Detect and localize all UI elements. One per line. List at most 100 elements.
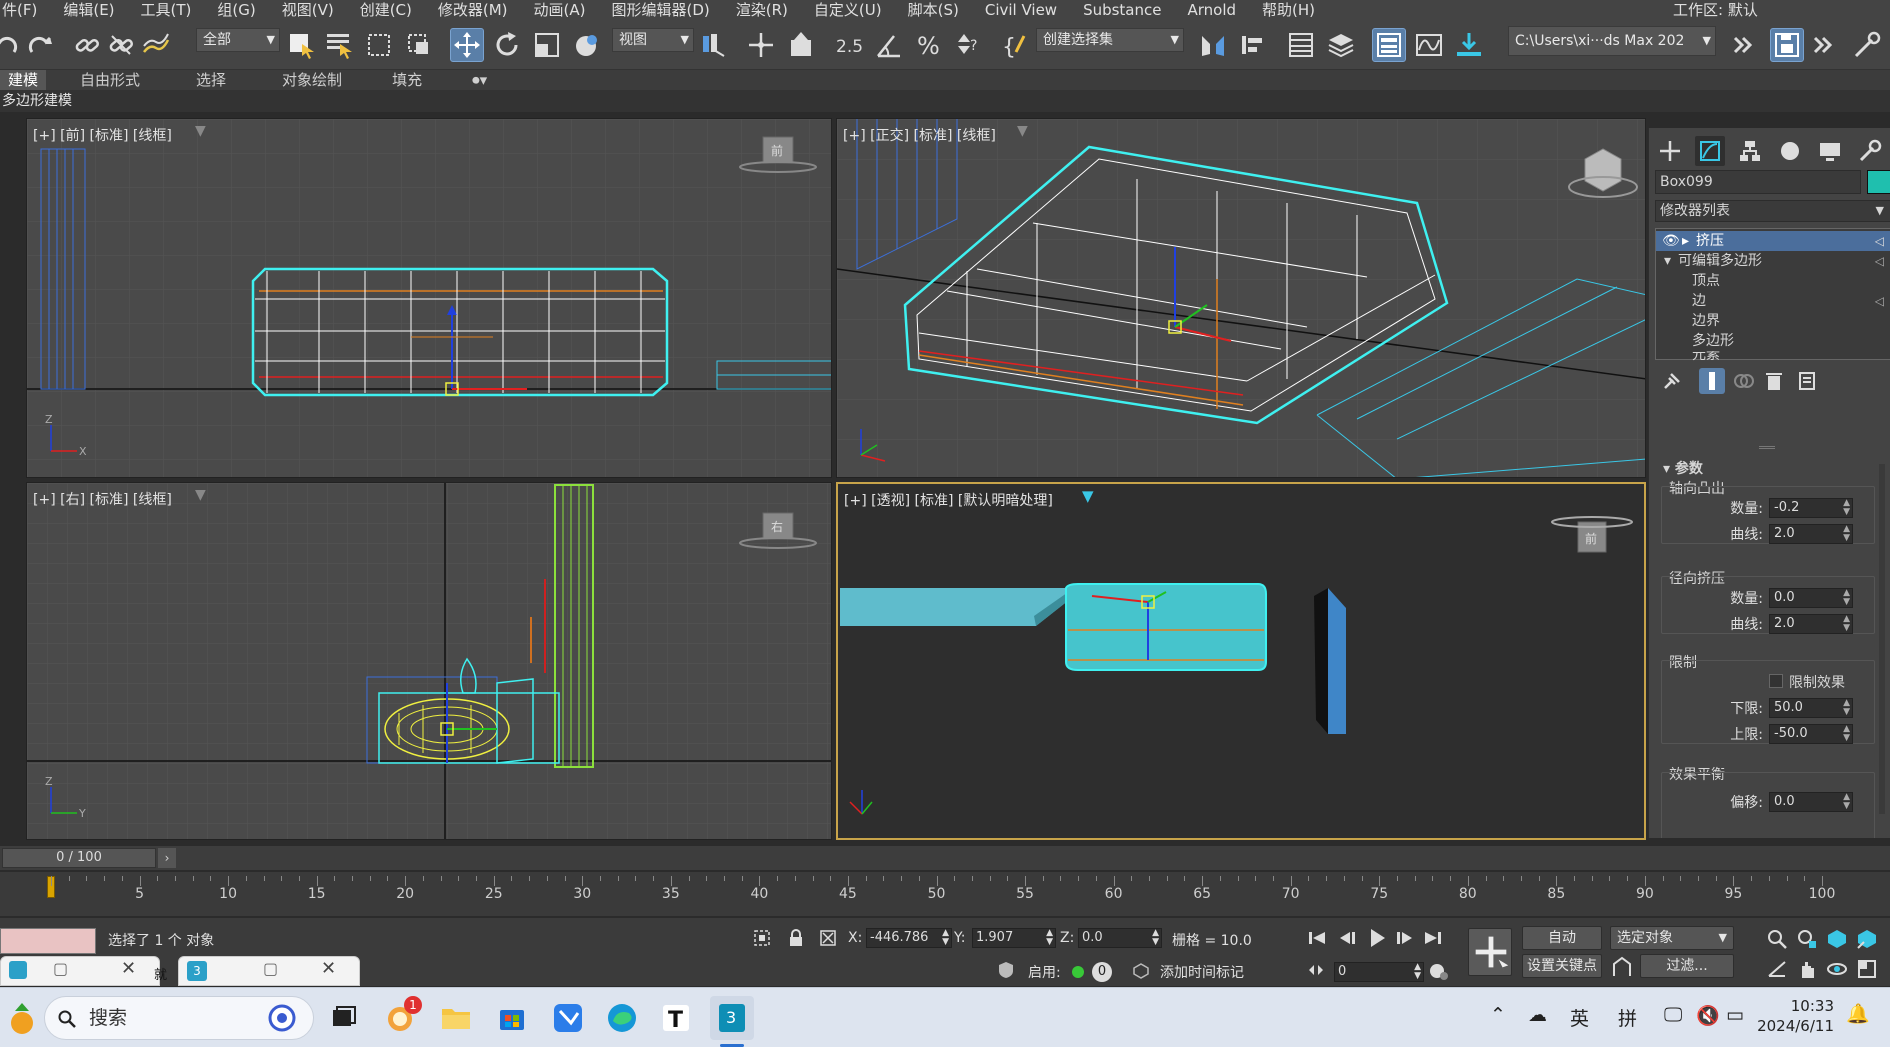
- tab-selection[interactable]: 选择: [160, 70, 246, 90]
- front-viewcube-label[interactable]: 前: [771, 142, 783, 159]
- y-coordinate-field[interactable]: 1.907 ▲ ▼: [972, 928, 1056, 948]
- microsoft-store-icon[interactable]: [490, 996, 534, 1040]
- persp-viewport-label[interactable]: [+] [透视] [标准] [默认明暗处理]: [844, 490, 1053, 510]
- upper-limit-spinner[interactable]: -50.0 ▲ ▼: [1769, 724, 1853, 744]
- menu-create[interactable]: 创建(C): [347, 0, 425, 20]
- close-icon[interactable]: ✕: [321, 958, 336, 979]
- move-icon[interactable]: [450, 28, 484, 62]
- ribbon-options-icon[interactable]: ⏺▾: [442, 70, 507, 90]
- lock-selection-icon[interactable]: [786, 928, 806, 948]
- save-icon[interactable]: [1770, 28, 1804, 62]
- add-time-tag-label[interactable]: 添加时间标记: [1160, 962, 1244, 982]
- task-view-icon[interactable]: [322, 996, 366, 1040]
- time-config-icon[interactable]: [1428, 960, 1450, 982]
- zoom-all-icon[interactable]: [1796, 928, 1818, 950]
- menu-graph-editors[interactable]: 图形编辑器(D): [599, 0, 723, 20]
- params-header[interactable]: ▾ 参数: [1663, 458, 1703, 478]
- field-of-view-icon[interactable]: [1766, 958, 1788, 980]
- thumbnail-window-2[interactable]: 3 ▢ ✕: [178, 956, 360, 986]
- named-selection-dropdown[interactable]: 创建选择集 ▼: [1036, 28, 1184, 52]
- select-manipulate-icon[interactable]: [744, 28, 778, 62]
- keyboard-shortcut-icon[interactable]: [784, 28, 818, 62]
- stack-item-edge[interactable]: 边 ◁: [1656, 291, 1890, 311]
- customize-icon[interactable]: [1850, 28, 1884, 62]
- stack-item-border[interactable]: 边界: [1656, 311, 1890, 331]
- align-icon[interactable]: [1236, 28, 1270, 62]
- menu-arnold[interactable]: Arnold: [1174, 0, 1249, 20]
- object-color-swatch[interactable]: [1867, 170, 1890, 194]
- polygon-modeling-bar[interactable]: 多边形建模: [0, 90, 1890, 112]
- angle-snap-icon[interactable]: [872, 28, 906, 62]
- input-language-en[interactable]: 英: [1570, 1004, 1589, 1031]
- panel-scrollbar[interactable]: [1879, 464, 1885, 814]
- stack-item-element[interactable]: 元素: [1656, 351, 1890, 361]
- menu-substance[interactable]: Substance: [1070, 0, 1174, 20]
- counter-badge[interactable]: 0: [1092, 962, 1112, 982]
- expand-icon[interactable]: [1806, 28, 1840, 62]
- play-icon[interactable]: [1366, 926, 1388, 950]
- axial-amount-spinner[interactable]: -0.2 ▲ ▼: [1769, 498, 1853, 518]
- typora-app-icon[interactable]: T: [654, 996, 698, 1040]
- bind-space-warp-icon[interactable]: [138, 28, 172, 62]
- radial-amount-spinner[interactable]: 0.0 ▲ ▼: [1769, 588, 1853, 608]
- stack-item-vertex[interactable]: 顶点: [1656, 271, 1890, 291]
- feishu-app-icon[interactable]: [546, 996, 590, 1040]
- rotate-icon[interactable]: [490, 28, 524, 62]
- reference-coord-dropdown[interactable]: 视图 ▼: [612, 28, 694, 52]
- filter-icon[interactable]: ▼: [1017, 123, 1028, 139]
- redo-icon[interactable]: [22, 28, 56, 62]
- tab-modeling[interactable]: 建模: [0, 70, 47, 90]
- viewport-right[interactable]: ZY [+] [右] [标准] [线框] 右 ▼: [26, 482, 832, 840]
- create-tab-icon[interactable]: [1655, 136, 1685, 166]
- pivot-center-icon[interactable]: [698, 28, 732, 62]
- snaps-toggle-icon[interactable]: 2.5: [832, 28, 866, 62]
- hierarchy-tab-icon[interactable]: [1735, 136, 1765, 166]
- key-mode-icon[interactable]: [1306, 960, 1326, 980]
- rectangular-selection-icon[interactable]: [362, 28, 396, 62]
- display-tab-icon[interactable]: [1815, 136, 1845, 166]
- bias-spinner[interactable]: 0.0 ▲ ▼: [1769, 792, 1853, 812]
- enable-status-dot[interactable]: [1072, 966, 1084, 978]
- select-by-name-icon[interactable]: [322, 28, 356, 62]
- close-icon[interactable]: ✕: [121, 958, 136, 979]
- network-icon[interactable]: 🖵: [1664, 1004, 1682, 1026]
- next-frame-icon[interactable]: [1394, 928, 1416, 948]
- orbit-icon[interactable]: [1826, 958, 1848, 980]
- lower-limit-spinner[interactable]: 50.0 ▲ ▼: [1769, 698, 1853, 718]
- pineapple-widget-icon[interactable]: [0, 996, 44, 1040]
- radial-curve-spinner[interactable]: 2.0 ▲ ▼: [1769, 614, 1853, 634]
- volume-muted-icon[interactable]: 🔇: [1696, 1004, 1720, 1027]
- 3dsmax-taskbar-icon[interactable]: 3: [710, 996, 754, 1040]
- isolate-selection-icon[interactable]: [752, 928, 772, 948]
- window-crossing-icon[interactable]: [402, 28, 436, 62]
- maximize-viewport-icon[interactable]: [1856, 958, 1878, 980]
- filter-icon[interactable]: ▼: [195, 123, 206, 139]
- filter-icon[interactable]: ▼: [1082, 487, 1094, 505]
- tab-populate[interactable]: 填充: [362, 70, 442, 90]
- scale-icon[interactable]: [530, 28, 564, 62]
- modify-tab-icon[interactable]: [1695, 136, 1725, 166]
- menu-help[interactable]: 帮助(H): [1249, 0, 1328, 20]
- zoom-icon[interactable]: [1766, 928, 1788, 950]
- current-frame-field[interactable]: 0 ▲ ▼: [1334, 962, 1424, 982]
- more-tools-icon[interactable]: [1726, 28, 1760, 62]
- adaptive-degradation-icon[interactable]: [996, 960, 1016, 980]
- menu-group[interactable]: 组(G): [204, 0, 268, 20]
- viewport-perspective[interactable]: [+] [透视] [标准] [默认明暗处理] 前 ▼: [836, 482, 1646, 840]
- z-coordinate-field[interactable]: 0.0 ▲ ▼: [1078, 928, 1162, 948]
- pin-stack-icon[interactable]: [1659, 368, 1685, 394]
- copilot-icon[interactable]: [266, 1002, 298, 1034]
- persp-viewcube-label[interactable]: 前: [1585, 530, 1597, 547]
- menu-animation[interactable]: 动画(A): [521, 0, 599, 20]
- filters-button[interactable]: 过滤...: [1640, 954, 1734, 978]
- max-square-icon[interactable]: ▢: [53, 959, 68, 978]
- system-clock[interactable]: 10:33 2024/6/11: [1757, 996, 1834, 1036]
- spinner-snap-icon[interactable]: ?: [952, 28, 986, 62]
- absolute-mode-icon[interactable]: [818, 928, 838, 948]
- link-icon[interactable]: [70, 28, 104, 62]
- percent-snap-icon[interactable]: %: [912, 28, 946, 62]
- project-path-dropdown[interactable]: C:\Users\xi···ds Max 202 ▼: [1508, 26, 1716, 56]
- stack-item-polygon[interactable]: 多边形: [1656, 331, 1890, 351]
- expand-arrow-icon[interactable]: ▸: [1682, 231, 1689, 251]
- viewport-orthographic[interactable]: [+] [正交] [标准] [线框] ▼: [836, 118, 1646, 478]
